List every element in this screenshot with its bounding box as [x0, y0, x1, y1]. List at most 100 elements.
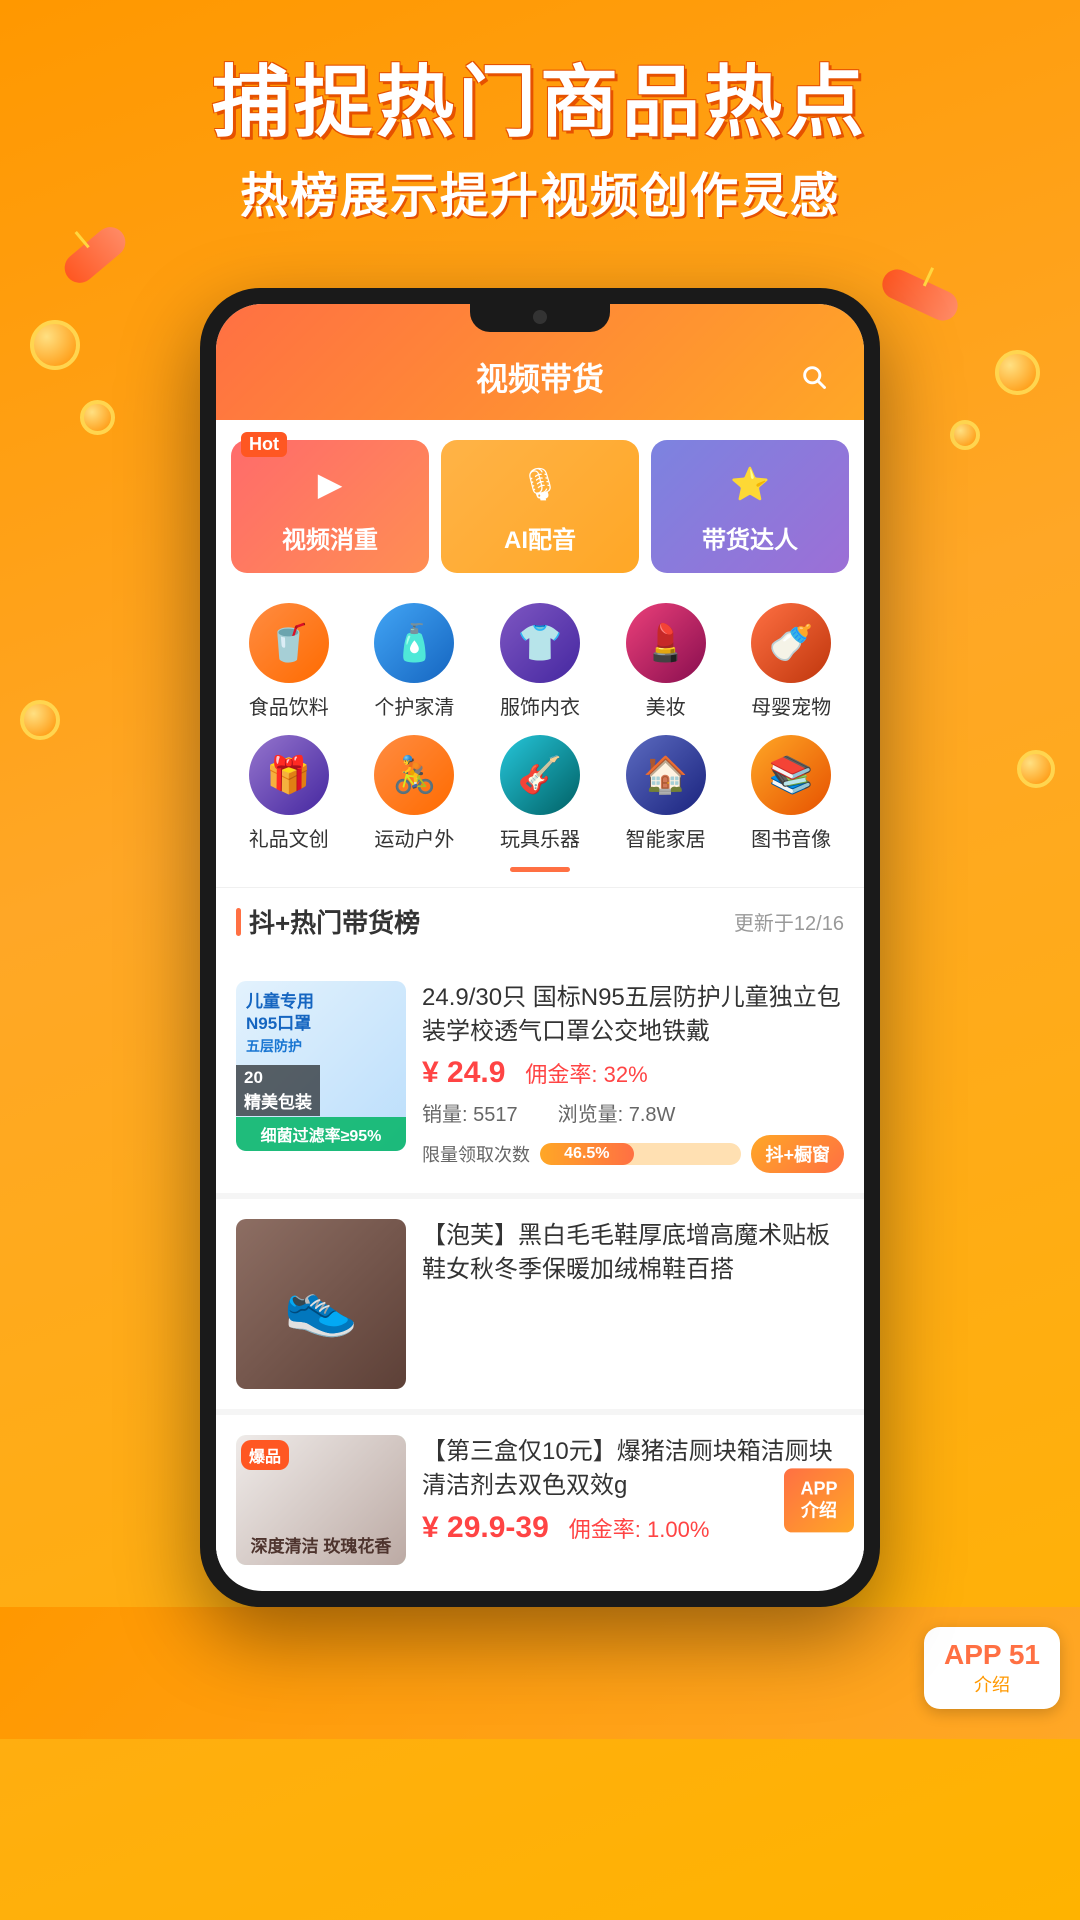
product-img-overlay: 细菌过滤率≥95% — [236, 1117, 406, 1151]
progress-row-1: 限量领取次数 46.5% 抖+橱窗 — [422, 1135, 844, 1173]
category-toys[interactable]: 🎸 玩具乐器 — [485, 735, 595, 852]
personal-label: 个护家清 — [374, 691, 454, 720]
food-icon: 🥤 — [249, 603, 329, 683]
platform-btn-1[interactable]: 抖+橱窗 — [751, 1135, 844, 1173]
bottom-section: APP 51 介绍 — [0, 1607, 1080, 1739]
gifts-icon: 🎁 — [249, 735, 329, 815]
price-row-3: ¥ 29.9-39 佣金率: 1.00% — [422, 1511, 844, 1545]
shoes-icon: 👟 — [284, 1269, 359, 1340]
clothing-label: 服饰内衣 — [500, 691, 580, 720]
product-card-2[interactable]: 👟 【泡芙】黑白毛毛鞋厚底增高魔术贴板鞋女秋冬季保暖加绒棉鞋百搭 — [216, 1199, 864, 1409]
beauty-icon: 💄 — [626, 603, 706, 683]
stats-row-1: 销量: 5517 浏览量: 7.8W — [422, 1098, 844, 1127]
sub-title: 热榜展示提升视频创作灵感 — [0, 166, 1080, 228]
app51-text: APP 51 — [944, 1639, 1040, 1671]
product-price-1: ¥ 24.9 — [422, 1056, 505, 1090]
header-section: 捕捉热门商品热点 热榜展示提升视频创作灵感 — [0, 0, 1080, 228]
search-button[interactable] — [794, 357, 834, 397]
product-list: 儿童专用N95口罩五层防护 20精美包装 细菌过滤率≥95% 24.9/30只 … — [216, 961, 864, 1585]
category-row-2: 🎁 礼品文创 🚴 运动户外 🎸 玩具乐器 🏠 智能家居 — [226, 735, 854, 852]
smarthome-label: 智能家居 — [626, 823, 706, 852]
hot-list-title-wrap: 抖+热门带货榜 — [236, 903, 420, 940]
app-title: 视频带货 — [286, 354, 794, 400]
sports-icon: 🚴 — [374, 735, 454, 815]
app51-badge: APP 51 介绍 — [924, 1627, 1060, 1709]
progress-text: 46.5% — [564, 1145, 609, 1163]
phone-container: 视频带货 Hot ▶ 视频消重 🎙 AI配音 — [0, 288, 1080, 1607]
phone-camera — [533, 310, 547, 324]
mic-icon: 🎙 — [514, 458, 566, 510]
category-clothing[interactable]: 👕 服饰内衣 — [485, 603, 595, 720]
category-smarthome[interactable]: 🏠 智能家居 — [611, 735, 721, 852]
shoes-img-bg: 👟 — [236, 1219, 406, 1389]
search-icon — [800, 363, 828, 391]
phone-screen: 视频带货 Hot ▶ 视频消重 🎙 AI配音 — [216, 304, 864, 1591]
update-time: 更新于12/16 — [734, 907, 844, 936]
food-label: 食品饮料 — [249, 691, 329, 720]
books-label: 图书音像 — [751, 823, 831, 852]
product-title-2: 【泡芙】黑白毛毛鞋厚底增高魔术贴板鞋女秋冬季保暖加绒棉鞋百搭 — [422, 1219, 844, 1286]
progress-bar-fill: 46.5% — [540, 1143, 634, 1165]
smarthome-icon: 🏠 — [626, 735, 706, 815]
product-3-label: 深度清洁 玫瑰花香 — [246, 1532, 396, 1557]
category-food[interactable]: 🥤 食品饮料 — [234, 603, 344, 720]
product-price-3: ¥ 29.9-39 — [422, 1511, 549, 1545]
product-img-2: 👟 — [236, 1219, 406, 1389]
app-intro-badge[interactable]: APP 介绍 — [784, 1469, 854, 1532]
clothing-icon: 👕 — [500, 603, 580, 683]
feature-cards: Hot ▶ 视频消重 🎙 AI配音 ⭐ 带货达人 — [216, 420, 864, 588]
feature-card-talent[interactable]: ⭐ 带货达人 — [651, 440, 849, 573]
price-row-1: ¥ 24.9 佣金率: 32% — [422, 1056, 844, 1090]
categories-section: 🥤 食品饮料 🧴 个护家清 👕 服饰内衣 💄 美妆 — [216, 588, 864, 887]
product-card-1[interactable]: 儿童专用N95口罩五层防护 20精美包装 细菌过滤率≥95% 24.9/30只 … — [216, 961, 864, 1193]
product-commission-1: 佣金率: 32% — [525, 1057, 647, 1089]
product-img-3: 爆品 深度清洁 玫瑰花香 — [236, 1435, 406, 1565]
feature-card-ai[interactable]: 🎙 AI配音 — [441, 440, 639, 573]
feature-card-video[interactable]: Hot ▶ 视频消重 — [231, 440, 429, 573]
product-card-3[interactable]: 爆品 深度清洁 玫瑰花香 【第三盒仅10元】爆猪洁厕块箱洁厕块清洁剂去双色双效g… — [216, 1415, 864, 1585]
category-row-1: 🥤 食品饮料 🧴 个护家清 👕 服饰内衣 💄 美妆 — [226, 603, 854, 720]
category-beauty[interactable]: 💄 美妆 — [611, 603, 721, 720]
product-img-label: 儿童专用N95口罩五层防护 — [246, 991, 314, 1057]
phone-frame: 视频带货 Hot ▶ 视频消重 🎙 AI配音 — [200, 288, 880, 1607]
ai-card-label: AI配音 — [504, 520, 576, 555]
books-icon: 📚 — [751, 735, 831, 815]
product-commission-3: 佣金率: 1.00% — [569, 1512, 710, 1544]
category-books[interactable]: 📚 图书音像 — [736, 735, 846, 852]
progress-bar-wrap: 46.5% — [540, 1143, 741, 1165]
hot-badge: Hot — [241, 432, 287, 457]
main-title: 捕捉热门商品热点 — [0, 60, 1080, 146]
sports-label: 运动户外 — [374, 823, 454, 852]
progress-label-1: 限量领取次数 — [422, 1141, 530, 1167]
hot-list-header: 抖+热门带货榜 更新于12/16 — [216, 887, 864, 955]
app51-sub: 介绍 — [974, 1671, 1010, 1697]
sales-stat: 销量: 5517 — [422, 1098, 518, 1127]
product-img-1: 儿童专用N95口罩五层防护 20精美包装 细菌过滤率≥95% — [236, 981, 406, 1151]
star-icon: ⭐ — [724, 458, 776, 510]
product-info-3: 【第三盒仅10元】爆猪洁厕块箱洁厕块清洁剂去双色双效g ¥ 29.9-39 佣金… — [422, 1435, 844, 1565]
product-info-1: 24.9/30只 国标N95五层防护儿童独立包装学校透气口罩公交地铁戴 ¥ 24… — [422, 981, 844, 1173]
category-babycare[interactable]: 🍼 母婴宠物 — [736, 603, 846, 720]
product-title-1: 24.9/30只 国标N95五层防护儿童独立包装学校透气口罩公交地铁戴 — [422, 981, 844, 1048]
product-title-3: 【第三盒仅10元】爆猪洁厕块箱洁厕块清洁剂去双色双效g — [422, 1435, 844, 1502]
product-info-2: 【泡芙】黑白毛毛鞋厚底增高魔术贴板鞋女秋冬季保暖加绒棉鞋百搭 — [422, 1219, 844, 1389]
beauty-label: 美妆 — [646, 691, 686, 720]
toys-label: 玩具乐器 — [500, 823, 580, 852]
video-icon: ▶ — [304, 458, 356, 510]
orange-bar — [236, 908, 241, 936]
explosion-badge: 爆品 — [241, 1440, 289, 1470]
category-gifts[interactable]: 🎁 礼品文创 — [234, 735, 344, 852]
firecracker-decor — [59, 221, 132, 289]
views-stat: 浏览量: 7.8W — [558, 1098, 676, 1127]
toys-icon: 🎸 — [500, 735, 580, 815]
product-img-badge: 20精美包装 — [236, 1065, 320, 1116]
babycare-icon: 🍼 — [751, 603, 831, 683]
category-sports[interactable]: 🚴 运动户外 — [359, 735, 469, 852]
hot-list-title: 抖+热门带货榜 — [249, 903, 420, 940]
talent-card-label: 带货达人 — [702, 520, 798, 555]
personal-icon: 🧴 — [374, 603, 454, 683]
babycare-label: 母婴宠物 — [751, 691, 831, 720]
tab-indicator — [510, 867, 570, 872]
category-personal[interactable]: 🧴 个护家清 — [359, 603, 469, 720]
video-card-label: 视频消重 — [282, 520, 378, 555]
